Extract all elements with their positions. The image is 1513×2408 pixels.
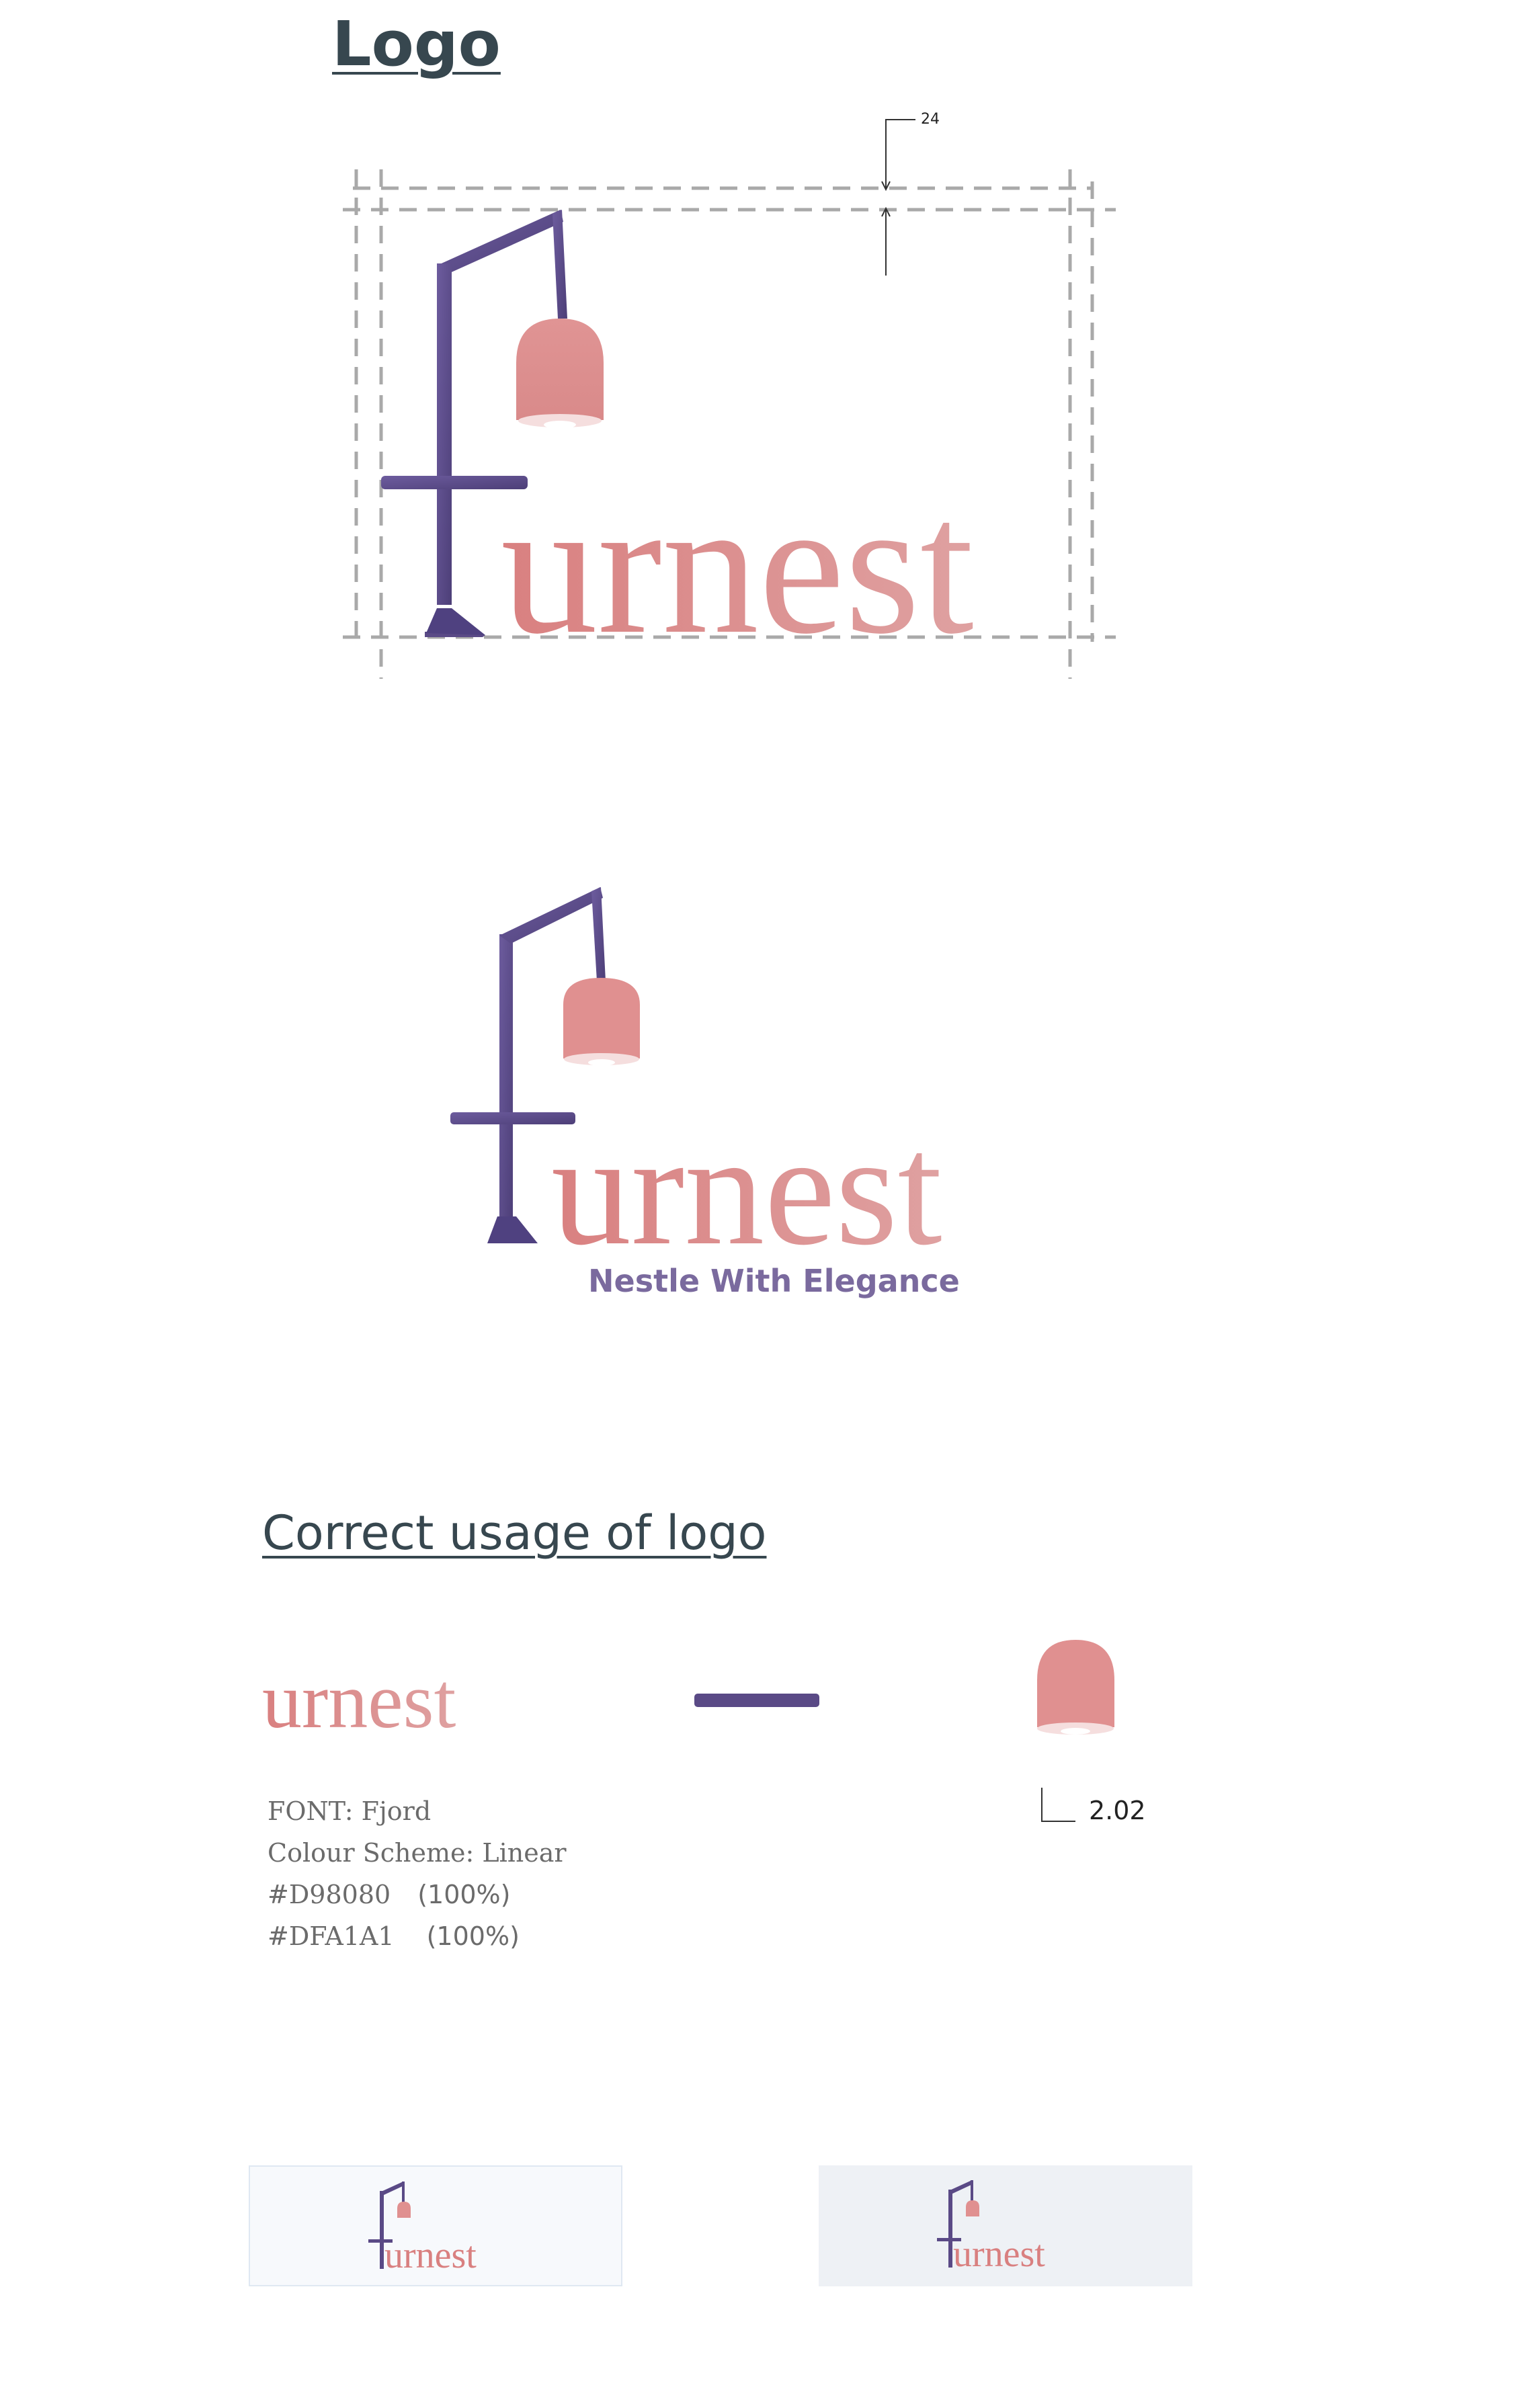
correct-usage-heading: Correct usage of logo (262, 1505, 767, 1561)
logo-wordmark: urnest (501, 460, 975, 674)
margin-dimension-marker (881, 119, 915, 276)
card-logo: urnest (937, 2180, 1045, 2275)
bulb-dimension-marker (1041, 1788, 1075, 1822)
color-pct: (100%) (426, 1921, 520, 1951)
tagline-logo-wordmark: urnest (551, 1102, 942, 1278)
logo-tagline: Nestle With Elegance (588, 1263, 960, 1299)
font-spec-colour-scheme: Colour Scheme: Linear (268, 1838, 567, 1868)
font-spec-color-row: #D98080 (100%) (268, 1874, 567, 1915)
logo-with-tagline-figure: urnest Nestle With Elegance (450, 887, 960, 1299)
card-logo: urnest (368, 2182, 477, 2276)
card-wordmark: urnest (384, 2235, 477, 2276)
bulb-measure-label: 2.02 (1089, 1796, 1146, 1825)
usage-components: urnest (262, 1640, 1114, 1822)
color-hex: #DFA1A1 (268, 1921, 395, 1951)
usage-wordmark-sample: urnest (262, 1657, 456, 1745)
color-pct: (100%) (417, 1880, 511, 1909)
card-wordmark: urnest (953, 2233, 1045, 2275)
font-spec: FONT: Fjord Colour Scheme: Linear #D9808… (268, 1790, 567, 1957)
font-spec-color-row: #DFA1A1 (100%) (268, 1915, 567, 1957)
usage-crossbar-sample (694, 1694, 819, 1707)
usage-bulb-sample (1037, 1640, 1114, 1735)
logo-card-light: urnest (249, 2165, 622, 2286)
logo-card-gray: urnest (819, 2165, 1192, 2286)
logo-clearspace-figure: 24 urnest (343, 111, 1116, 679)
font-spec-font: FONT: Fjord (268, 1796, 432, 1826)
color-hex: #D98080 (268, 1880, 391, 1909)
margin-value-label: 24 (921, 111, 940, 128)
